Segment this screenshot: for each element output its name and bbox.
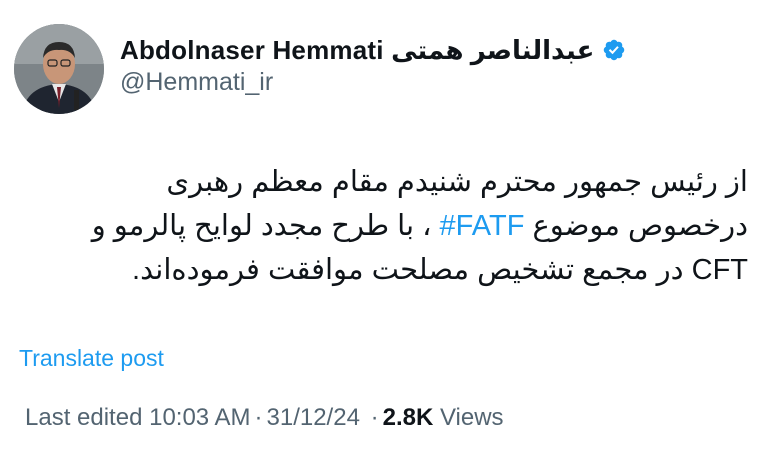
verified-badge-icon [604, 39, 625, 61]
views-count[interactable]: 2.8K [383, 404, 434, 431]
tweet-line-2-end: ، با طرح مجدد لوایح پالرمو و [91, 210, 440, 242]
meta-separator-2: · [370, 404, 379, 431]
tweet-text: از رئیس جمهور محترم شنیدم مقام معظم رهبر… [48, 160, 748, 292]
hashtag-link[interactable]: #FATF [440, 210, 525, 242]
tweet-line-1: از رئیس جمهور محترم شنیدم مقام معظم رهبر… [166, 166, 748, 198]
edited-time[interactable]: 10:03 AM [149, 404, 250, 431]
tweet-meta: Last edited 10:03 AM · 31/12/24 · 2.8K View… [25, 404, 504, 432]
tweet-line-3: CFT در مجمع تشخیص مصلحت موافقت فرموده‌ان… [132, 254, 748, 286]
tweet-line-2-start: درخصوص موضوع [524, 210, 748, 242]
profile-photo-icon [14, 24, 104, 114]
meta-separator: · [254, 404, 263, 431]
translate-post-link[interactable]: Translate post [19, 345, 164, 372]
avatar[interactable] [14, 24, 104, 114]
edited-label[interactable]: Last edited [25, 404, 142, 431]
edited-date[interactable]: 31/12/24 [267, 404, 360, 431]
views-label[interactable]: Views [440, 404, 504, 431]
author-handle[interactable]: @Hemmati_ir [120, 68, 273, 97]
author-name-row[interactable]: Abdolnaser Hemmati عبدالناصر همتی [120, 30, 626, 70]
author-display-name[interactable]: Abdolnaser Hemmati عبدالناصر همتی [120, 35, 594, 66]
tweet-line-2: درخصوص موضوع #FATF ، با طرح مجدد لوایح پ… [48, 204, 748, 248]
